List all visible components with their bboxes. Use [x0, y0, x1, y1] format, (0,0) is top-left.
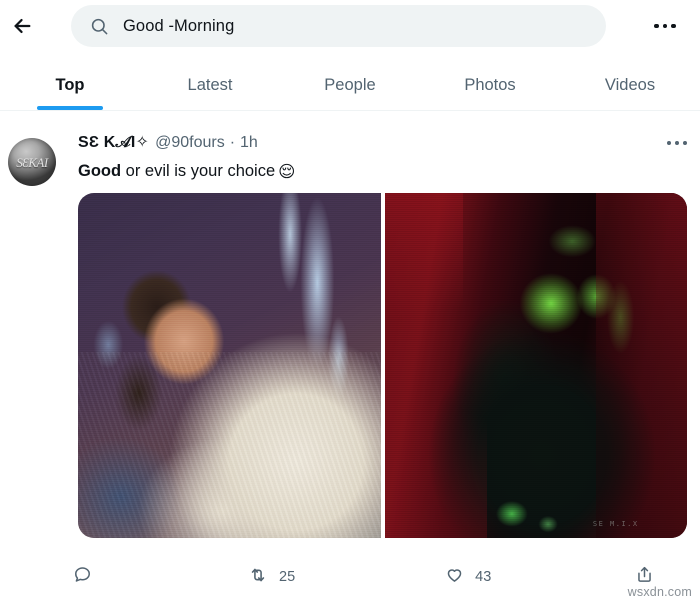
tweet-image-1[interactable] — [78, 193, 381, 538]
tab-inactive-indicator — [597, 106, 663, 111]
reply-button[interactable] — [73, 565, 103, 589]
tab-inactive-indicator — [317, 106, 383, 111]
tab-inactive-indicator — [177, 106, 243, 111]
tab-latest[interactable]: Latest — [140, 60, 280, 110]
site-watermark: wsxdn.com — [627, 585, 692, 599]
tweet-more-button[interactable] — [662, 132, 692, 154]
search-query-text: Good -Morning — [123, 16, 235, 35]
tweet-text-rest: or evil is your choice — [121, 162, 276, 180]
author-handle[interactable]: @90fours — [155, 132, 225, 154]
back-button[interactable] — [0, 4, 44, 48]
more-horizontal-icon — [654, 23, 676, 29]
avatar-monogram: SƐKAI — [16, 154, 48, 170]
top-search-bar: Good -Morning — [0, 0, 700, 52]
tweet-action-bar: 25 43 — [73, 560, 652, 594]
tab-people[interactable]: People — [280, 60, 420, 110]
search-icon — [89, 16, 109, 36]
tweet-body: SƐ K𝒜I✧ @90fours · 1h Good or evil is yo… — [56, 132, 700, 538]
tweet-row: SƐKAI SƐ K𝒜I✧ @90fours · 1h Good or evil… — [0, 132, 700, 538]
tab-photos-label: Photos — [464, 76, 516, 94]
tab-videos-label: Videos — [604, 76, 656, 94]
retweet-count: 25 — [279, 569, 296, 585]
top-more-button[interactable] — [648, 9, 682, 43]
tweet-header: SƐ K𝒜I✧ @90fours · 1h — [78, 132, 688, 154]
author-display-name[interactable]: SƐ K𝒜I✧ — [78, 132, 149, 154]
search-tabs: Top Latest People Photos Videos — [0, 60, 700, 111]
like-count: 43 — [475, 569, 492, 585]
search-input[interactable]: Good -Morning — [71, 5, 606, 47]
tweet-card[interactable]: SƐKAI SƐ K𝒜I✧ @90fours · 1h Good or evil… — [0, 132, 700, 538]
tab-people-label: People — [324, 76, 376, 94]
tab-top-label: Top — [55, 76, 85, 94]
tab-latest-label: Latest — [187, 76, 233, 94]
arrow-left-icon — [11, 15, 33, 37]
tweet-text: Good or evil is your choice 😌 — [78, 160, 688, 183]
tweet-timestamp[interactable]: 1h — [240, 132, 258, 154]
retweet-button[interactable]: 25 — [248, 565, 295, 590]
relieved-face-emoji: 😌 — [278, 163, 296, 181]
tab-inactive-indicator — [457, 106, 523, 111]
reply-icon — [73, 565, 92, 589]
avatar[interactable]: SƐKAI — [8, 138, 56, 186]
image-grain — [78, 193, 381, 538]
heart-icon — [445, 565, 464, 589]
separator-dot: · — [229, 134, 236, 151]
tweet-image-2[interactable]: SE M.I.X — [384, 193, 687, 538]
tab-active-indicator — [37, 105, 103, 110]
tab-top[interactable]: Top — [0, 60, 140, 110]
image-grain — [384, 193, 687, 538]
tweet-text-highlight: Good — [78, 162, 122, 180]
tweet-media-grid: SE M.I.X — [78, 193, 687, 538]
like-button[interactable]: 43 — [445, 565, 491, 589]
more-horizontal-icon — [667, 141, 687, 145]
tab-photos[interactable]: Photos — [420, 60, 560, 110]
image-caption-text: SE M.I.X — [592, 519, 639, 528]
retweet-icon — [248, 565, 268, 590]
tab-videos[interactable]: Videos — [560, 60, 700, 110]
